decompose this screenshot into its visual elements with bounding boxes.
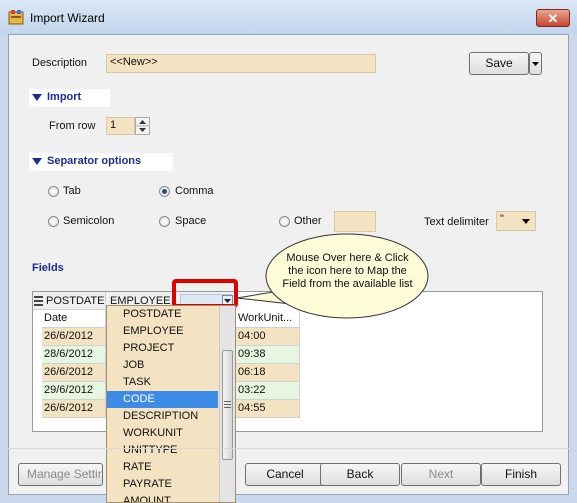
save-button[interactable]: Save (469, 52, 529, 75)
dropdown-item-code[interactable]: CODE (107, 391, 218, 408)
from-row-label: From row (49, 120, 96, 132)
grid-cell-date[interactable]: 26/6/2012 (42, 400, 106, 418)
grid-cell-date[interactable]: 26/6/2012 (42, 328, 106, 346)
grid-menu-icon (34, 296, 43, 306)
dropdown-item-description[interactable]: DESCRIPTION (107, 408, 218, 425)
grid-cell-date[interactable]: 28/6/2012 (42, 346, 106, 364)
dropdown-item-unittype[interactable]: UNITTYPE (107, 442, 218, 459)
radio-other-label: Other (294, 215, 322, 227)
app-icon (8, 9, 24, 25)
other-separator-input[interactable] (334, 211, 376, 232)
radio-semicolon[interactable] (48, 216, 59, 227)
field-dropdown-list[interactable]: POSTDATE EMPLOYEE PROJECT JOB TASK CODE … (106, 305, 236, 503)
dropdown-item-workunit[interactable]: WORKUNIT (107, 425, 218, 442)
text-delimiter-label: Text delimiter (424, 216, 489, 228)
grid-cell-workunit[interactable]: 06:18 (236, 364, 300, 382)
dropdown-item-job[interactable]: JOB (107, 357, 218, 374)
scrollbar-thumb[interactable] (222, 350, 233, 460)
chevron-down-icon (532, 62, 539, 66)
back-button[interactable]: Back (320, 463, 400, 486)
close-button[interactable]: ✕ (536, 9, 570, 27)
grid-cell-workunit[interactable]: 09:38 (236, 346, 300, 364)
import-heading: Import (47, 91, 82, 103)
grid-cell-date[interactable]: 29/6/2012 (42, 382, 106, 400)
dropdown-item-payrate[interactable]: PAYRATE (107, 476, 218, 493)
dropdown-item-postdate[interactable]: POSTDATE (107, 306, 218, 323)
manage-setting-button[interactable]: Manage Setting (18, 463, 103, 486)
cancel-button[interactable]: Cancel (245, 463, 325, 486)
from-row-spinner[interactable] (135, 117, 150, 135)
from-row-input[interactable]: 1 (106, 117, 135, 135)
radio-other[interactable] (279, 216, 290, 227)
dropdown-item-employee[interactable]: EMPLOYEE (107, 323, 218, 340)
grip-icon (224, 401, 231, 408)
grid-subheader-date: Date (42, 310, 106, 328)
text-delimiter-select[interactable]: " (496, 211, 536, 231)
grid-cell-date[interactable]: 26/6/2012 (42, 364, 106, 382)
window-title: Import Wizard (30, 11, 105, 25)
radio-comma[interactable] (159, 186, 170, 197)
callout-text: Mouse Over here & Click the icon here to… (282, 252, 413, 290)
fields-heading: Fields (32, 262, 64, 274)
radio-tab[interactable] (48, 186, 59, 197)
grid-header-postdate-label: POSTDATE (46, 295, 105, 307)
radio-semicolon-label: Semicolon (63, 215, 115, 227)
radio-tab-label: Tab (63, 185, 81, 197)
chevron-down-icon (522, 219, 530, 224)
collapse-triangle-icon (32, 94, 42, 101)
dropdown-item-project[interactable]: PROJECT (107, 340, 218, 357)
text-delimiter-value: " (500, 213, 504, 225)
spinner-arrows-icon (136, 120, 149, 132)
radio-space-label: Space (175, 215, 207, 227)
description-field[interactable]: <<New>> (106, 54, 376, 73)
import-section-header[interactable]: Import (29, 89, 110, 107)
description-label: Description (32, 57, 88, 69)
separator-heading: Separator options (47, 155, 142, 167)
collapse-triangle-icon (32, 158, 42, 165)
next-button[interactable]: Next (401, 463, 481, 486)
dropdown-item-rate[interactable]: RATE (107, 459, 218, 476)
finish-button[interactable]: Finish (481, 463, 561, 486)
dropdown-item-task[interactable]: TASK (107, 374, 218, 391)
radio-comma-label: Comma (175, 185, 214, 197)
grid-cell-workunit[interactable]: 04:55 (236, 400, 300, 418)
dropdown-item-amount[interactable]: AMOUNT (107, 493, 218, 502)
separator-section-header[interactable]: Separator options (29, 153, 173, 171)
radio-space[interactable] (159, 216, 170, 227)
grid-cell-workunit[interactable]: 03:22 (236, 382, 300, 400)
footer-divider (8, 448, 569, 449)
grid-header-postdate[interactable]: POSTDATE (33, 292, 106, 310)
save-dropdown-button[interactable] (529, 52, 542, 75)
